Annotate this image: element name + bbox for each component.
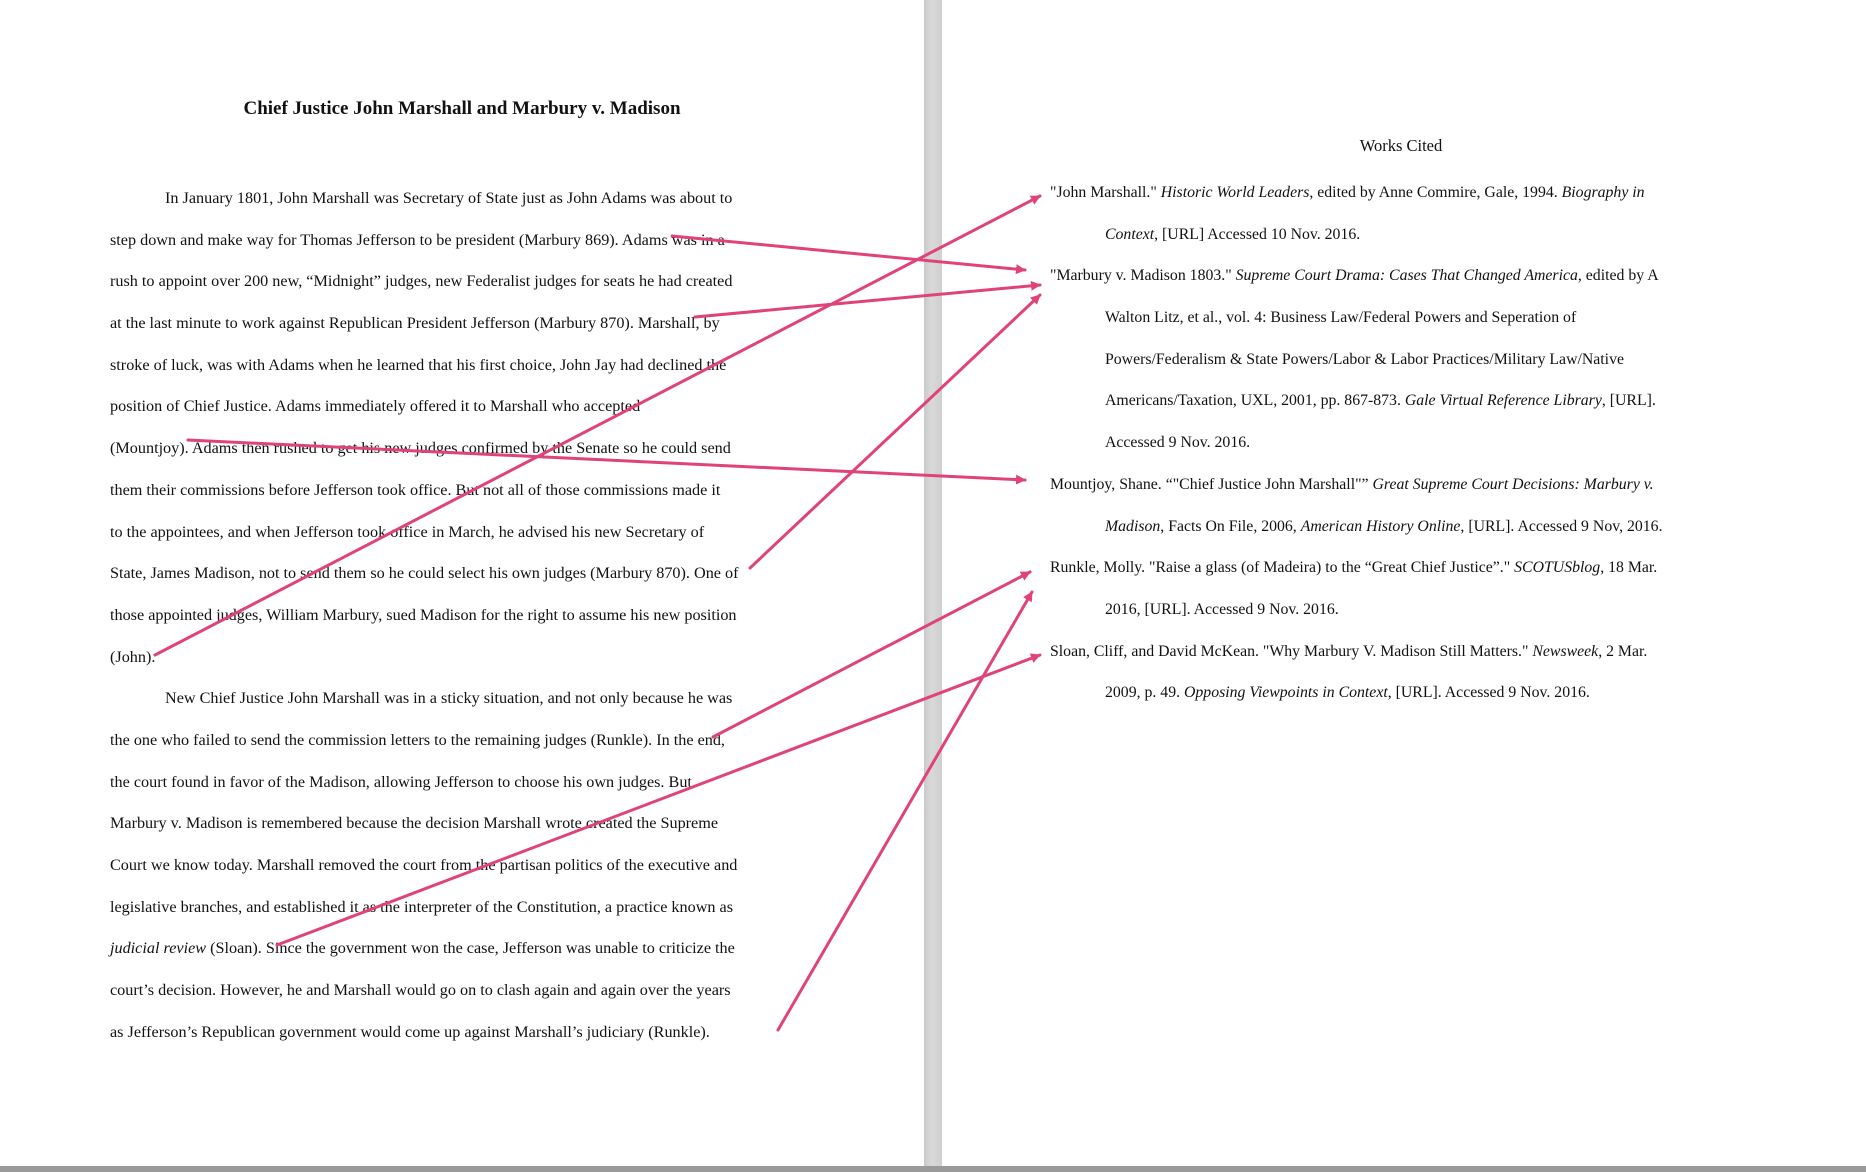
citation-arrows bbox=[153, 194, 1042, 1032]
arrow-sloan bbox=[275, 653, 1042, 947]
arrow-marbury869 bbox=[670, 234, 1027, 275]
arrow-marbury870b bbox=[748, 293, 1042, 570]
arrow-runkle-a bbox=[711, 570, 1032, 739]
arrow-marbury870a bbox=[693, 280, 1042, 319]
arrow-runkle-b bbox=[776, 590, 1034, 1032]
arrow-john bbox=[153, 194, 1042, 657]
arrow-mountjoy bbox=[186, 438, 1027, 485]
